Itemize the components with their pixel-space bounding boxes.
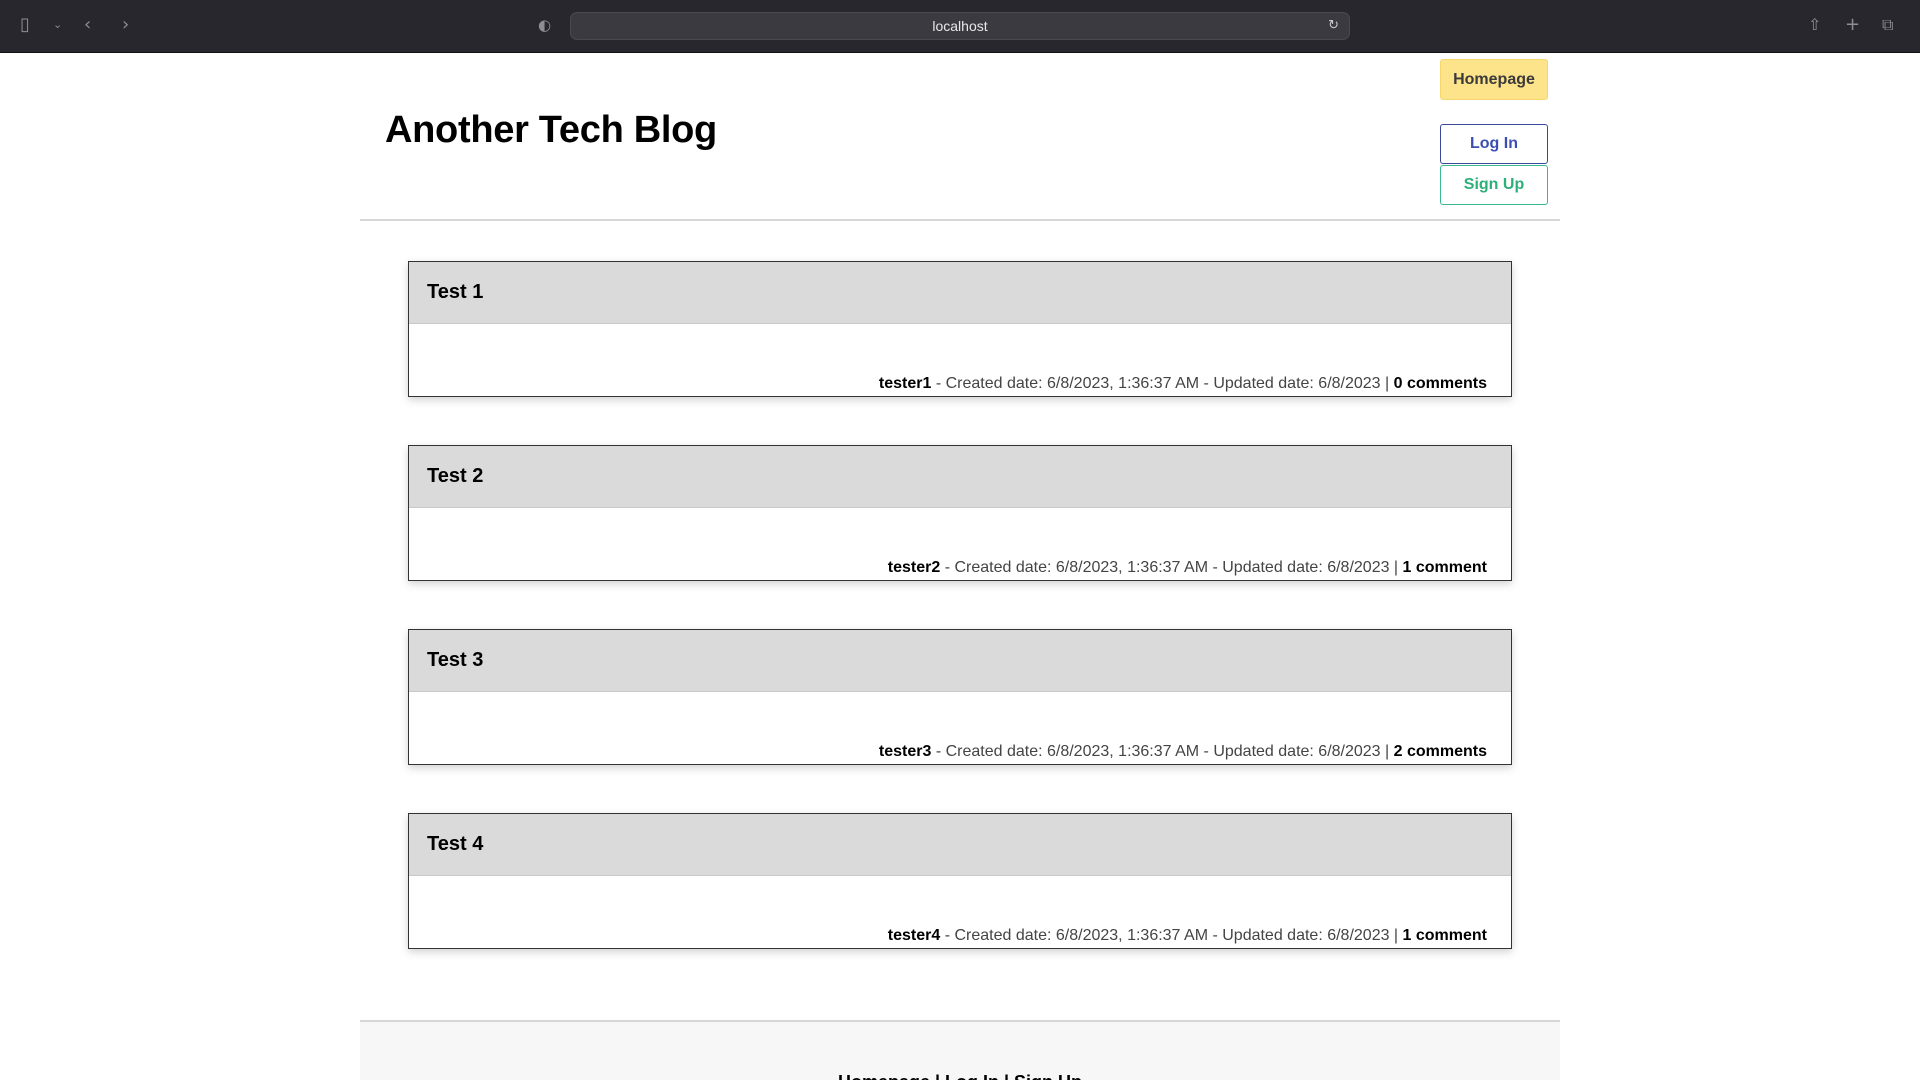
share-icon[interactable]: ⇧ (1808, 14, 1821, 36)
post-card[interactable]: Test 1 tester1 - Created date: 6/8/2023,… (408, 261, 1512, 397)
post-header: Test 3 (409, 630, 1511, 692)
post-author: tester2 (887, 559, 941, 576)
post-card[interactable]: Test 4 tester4 - Created date: 6/8/2023,… (408, 813, 1512, 949)
address-bar[interactable]: localhost ↻ (570, 12, 1350, 40)
page: Another Tech Blog Homepage Log In Sign U… (360, 53, 1560, 1080)
post-author: tester3 (878, 743, 932, 760)
post-card[interactable]: Test 2 tester2 - Created date: 6/8/2023,… (408, 445, 1512, 581)
post-comments-link[interactable]: 1 comment (1403, 559, 1487, 576)
post-dates: - Created date: 6/8/2023, 1:36:37 AM - U… (931, 375, 1394, 392)
post-meta: tester1 - Created date: 6/8/2023, 1:36:3… (879, 375, 1487, 393)
post-dates: - Created date: 6/8/2023, 1:36:37 AM - U… (940, 559, 1403, 576)
post-header: Test 4 (409, 814, 1511, 876)
post-dates: - Created date: 6/8/2023, 1:36:37 AM - U… (940, 927, 1403, 944)
browser-toolbar: ▯ ⌄ ‹ › ◐ localhost ↻ ⇧ + ⧉ (0, 0, 1920, 53)
post-comments-link[interactable]: 0 comments (1394, 375, 1487, 392)
post-title[interactable]: Test 2 (427, 465, 483, 488)
post-comments-link[interactable]: 2 comments (1394, 743, 1487, 760)
post-author: tester4 (887, 927, 941, 944)
footer-links[interactable]: Homepage | Log In | Sign Up (360, 1072, 1560, 1080)
post-comments-link[interactable]: 1 comment (1403, 927, 1487, 944)
chevron-down-icon[interactable]: ⌄ (53, 14, 62, 36)
post-meta: tester4 - Created date: 6/8/2023, 1:36:3… (888, 927, 1487, 945)
post-header: Test 1 (409, 262, 1511, 324)
reload-icon[interactable]: ↻ (1328, 18, 1339, 33)
post-title[interactable]: Test 4 (427, 833, 483, 856)
new-tab-icon[interactable]: + (1845, 14, 1860, 36)
homepage-button[interactable]: Homepage (1440, 59, 1548, 100)
login-button[interactable]: Log In (1440, 124, 1548, 164)
post-card[interactable]: Test 3 tester3 - Created date: 6/8/2023,… (408, 629, 1512, 765)
url-text: localhost (932, 18, 988, 34)
back-icon[interactable]: ‹ (84, 14, 91, 36)
site-header: Another Tech Blog Homepage Log In Sign U… (360, 53, 1560, 221)
post-author: tester1 (878, 375, 932, 392)
sidebar-icon[interactable]: ▯ (20, 14, 30, 36)
post-meta: tester2 - Created date: 6/8/2023, 1:36:3… (888, 559, 1487, 577)
post-meta: tester3 - Created date: 6/8/2023, 1:36:3… (879, 743, 1487, 761)
post-title[interactable]: Test 1 (427, 281, 483, 304)
signup-button[interactable]: Sign Up (1440, 165, 1548, 205)
post-header: Test 2 (409, 446, 1511, 508)
post-title[interactable]: Test 3 (427, 649, 483, 672)
tabs-icon[interactable]: ⧉ (1882, 14, 1893, 36)
site-footer: Homepage | Log In | Sign Up (360, 1020, 1560, 1080)
shield-icon[interactable]: ◐ (538, 14, 551, 36)
site-title: Another Tech Blog (385, 109, 717, 151)
post-dates: - Created date: 6/8/2023, 1:36:37 AM - U… (931, 743, 1394, 760)
forward-icon[interactable]: › (122, 14, 129, 36)
